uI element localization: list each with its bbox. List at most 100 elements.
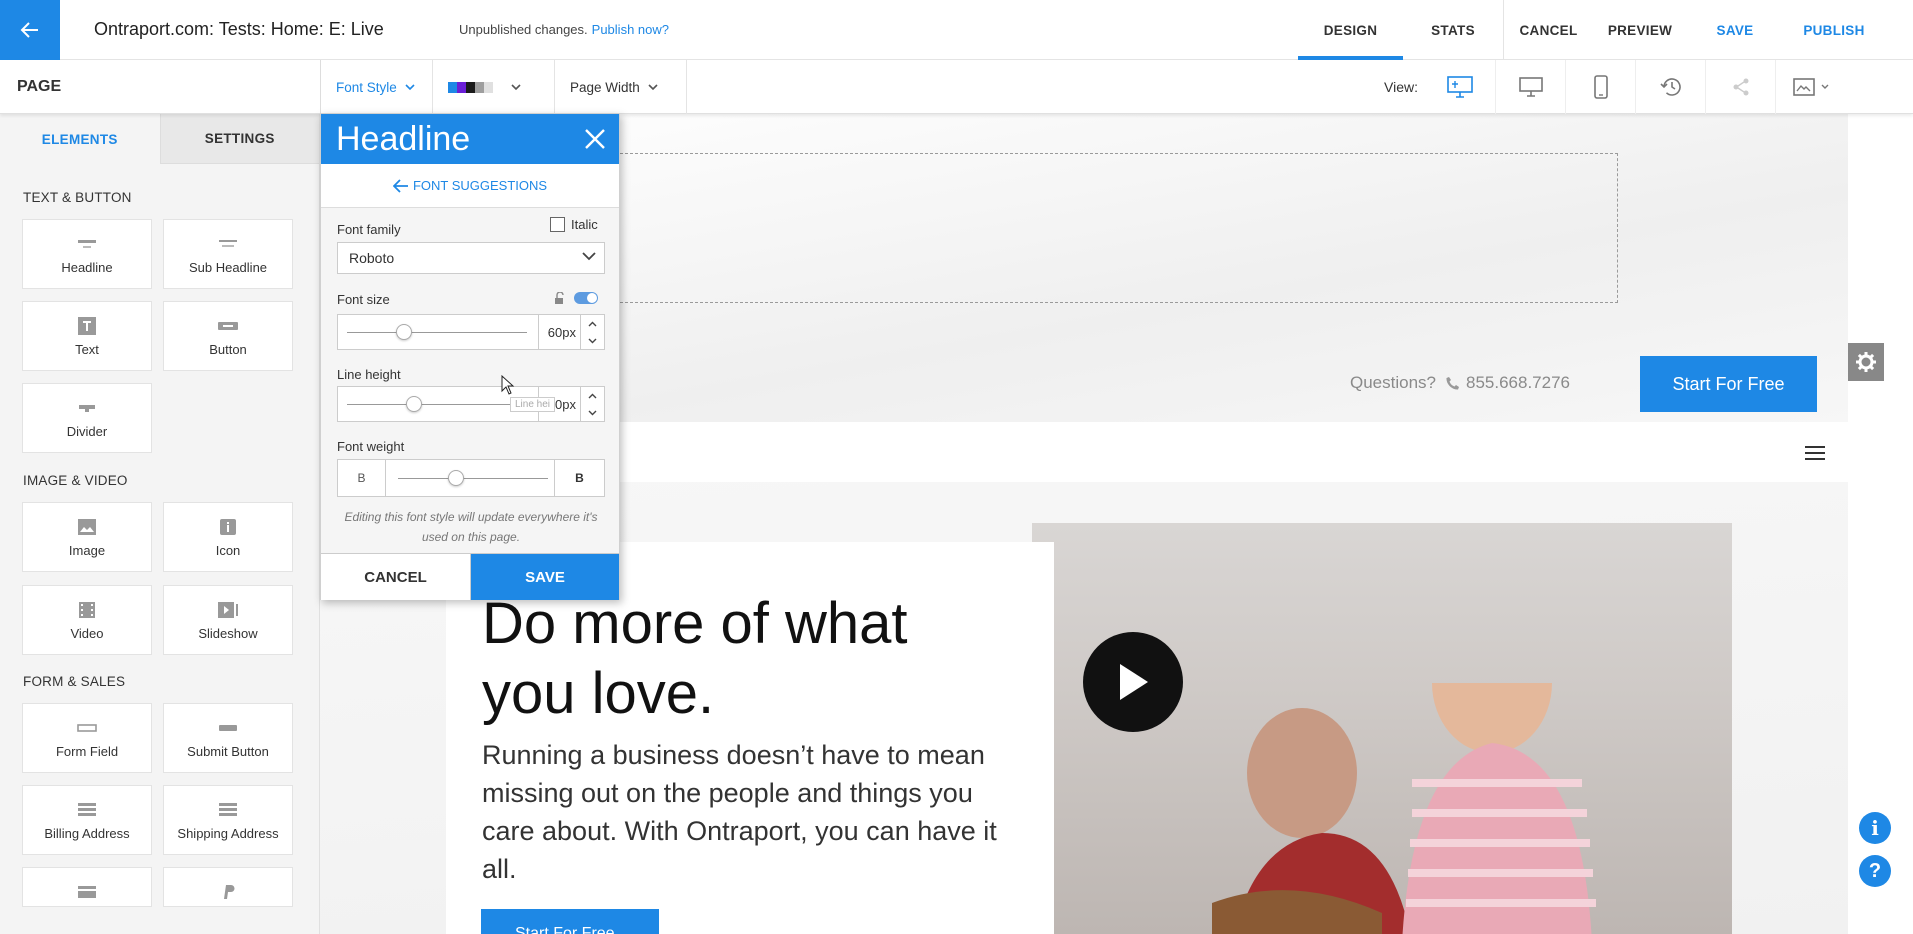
line-height-slider[interactable]: 70px bbox=[337, 386, 605, 422]
panel-footer: CANCEL SAVE bbox=[321, 553, 619, 600]
font-style-panel: Headline FONT SUGGESTIONS Font family It… bbox=[320, 113, 620, 600]
unpublished-notice: Unpublished changes. Publish now? bbox=[459, 22, 669, 37]
help-button[interactable]: ? bbox=[1859, 855, 1891, 887]
page-width-dropdown[interactable]: Page Width bbox=[555, 60, 687, 114]
tab-stats[interactable]: STATS bbox=[1403, 0, 1503, 60]
font-size-value[interactable]: 60px bbox=[538, 315, 580, 349]
view-mobile-button[interactable] bbox=[1565, 60, 1635, 114]
element-shipping-address[interactable]: Shipping Address bbox=[163, 785, 293, 855]
hero-body-text[interactable]: Running a business doesn’t have to mean … bbox=[482, 736, 1002, 888]
preview-button[interactable]: PREVIEW bbox=[1593, 0, 1687, 60]
play-icon bbox=[1120, 664, 1148, 700]
cancel-button[interactable]: CANCEL bbox=[1503, 0, 1593, 60]
slider-handle[interactable] bbox=[448, 470, 464, 486]
mouse-cursor-icon bbox=[501, 375, 515, 395]
font-size-slider[interactable]: 60px bbox=[337, 314, 605, 350]
slider-handle[interactable] bbox=[406, 396, 422, 412]
phone-number: 855.668.7276 bbox=[1466, 373, 1570, 392]
address-icon bbox=[76, 800, 98, 820]
element-image[interactable]: Image bbox=[22, 502, 152, 572]
tab-design[interactable]: DESIGN bbox=[1298, 0, 1403, 60]
element-billing-address[interactable]: Billing Address bbox=[22, 785, 152, 855]
tab-elements[interactable]: ELEMENTS bbox=[0, 114, 160, 164]
element-sub-headline[interactable]: Sub Headline bbox=[163, 219, 293, 289]
page-settings-dropdown[interactable] bbox=[1775, 60, 1845, 114]
element-credit-card[interactable] bbox=[22, 867, 152, 907]
element-paypal[interactable] bbox=[163, 867, 293, 907]
checkbox-box[interactable] bbox=[550, 217, 565, 232]
publish-now-link[interactable]: Publish now? bbox=[592, 22, 669, 37]
element-label: Billing Address bbox=[44, 825, 130, 841]
element-label: Text bbox=[75, 341, 99, 357]
monitor-icon bbox=[1518, 77, 1543, 97]
line-height-stepper[interactable] bbox=[580, 387, 604, 421]
element-label: Shipping Address bbox=[177, 825, 279, 841]
start-for-free-button[interactable]: Start For Free bbox=[1640, 356, 1817, 412]
video-play-button[interactable] bbox=[1083, 632, 1183, 732]
element-headline[interactable]: Headline bbox=[22, 219, 152, 289]
section-title: TEXT & BUTTON bbox=[23, 190, 132, 205]
paypal-icon bbox=[221, 884, 235, 900]
font-size-stepper[interactable] bbox=[580, 315, 604, 349]
empty-drop-zone[interactable] bbox=[580, 153, 1618, 303]
element-label: Video bbox=[70, 625, 104, 641]
color-scheme-dropdown[interactable] bbox=[433, 60, 555, 114]
element-divider[interactable]: Divider bbox=[22, 383, 152, 453]
image-icon bbox=[77, 517, 97, 537]
page-label: PAGE bbox=[17, 78, 62, 95]
info-button[interactable]: i bbox=[1859, 812, 1891, 844]
image-settings-icon bbox=[1792, 78, 1815, 96]
element-submit-button[interactable]: Submit Button bbox=[163, 703, 293, 773]
slider-track bbox=[347, 404, 527, 405]
responsive-toggle[interactable] bbox=[574, 292, 598, 304]
element-button[interactable]: Button bbox=[163, 301, 293, 371]
share-button[interactable] bbox=[1705, 60, 1775, 114]
history-button[interactable] bbox=[1635, 60, 1705, 114]
element-form-field[interactable]: Form Field bbox=[22, 703, 152, 773]
hamburger-menu-icon[interactable] bbox=[1804, 445, 1826, 461]
weight-min-label[interactable]: B bbox=[338, 460, 386, 496]
publish-button[interactable]: PUBLISH bbox=[1783, 0, 1885, 60]
chevron-up-icon[interactable] bbox=[588, 321, 597, 327]
element-video[interactable]: Video bbox=[22, 585, 152, 655]
section-title: FORM & SALES bbox=[23, 674, 126, 689]
close-icon[interactable] bbox=[584, 128, 606, 150]
slider-handle[interactable] bbox=[396, 324, 412, 340]
element-slideshow[interactable]: Slideshow bbox=[163, 585, 293, 655]
mobile-phone-icon bbox=[1593, 75, 1608, 99]
view-desktop-edit-button[interactable] bbox=[1425, 60, 1495, 114]
element-text[interactable]: Text bbox=[22, 301, 152, 371]
font-size-lock[interactable] bbox=[554, 292, 598, 304]
view-label: View: bbox=[1384, 79, 1418, 95]
tab-settings[interactable]: SETTINGS bbox=[159, 114, 319, 164]
hero-headline[interactable]: Do more of what you love. bbox=[482, 589, 982, 729]
swatch bbox=[475, 81, 484, 93]
font-family-select[interactable]: Roboto bbox=[337, 242, 605, 274]
italic-label: Italic bbox=[571, 217, 598, 232]
save-button[interactable]: SAVE bbox=[1687, 0, 1783, 60]
font-suggestions-link[interactable]: FONT SUGGESTIONS bbox=[321, 164, 619, 208]
font-style-dropdown[interactable]: Font Style bbox=[320, 60, 433, 114]
font-weight-slider[interactable]: B B bbox=[337, 459, 605, 497]
element-label: Headline bbox=[61, 259, 113, 275]
view-desktop-button[interactable] bbox=[1495, 60, 1565, 114]
section-settings-button[interactable] bbox=[1848, 343, 1884, 381]
weight-max-label[interactable]: B bbox=[554, 460, 604, 496]
panel-save-button[interactable]: SAVE bbox=[471, 554, 619, 600]
back-button[interactable] bbox=[0, 0, 60, 60]
swatch bbox=[484, 81, 493, 93]
divider-icon bbox=[76, 398, 98, 418]
chevron-down-icon[interactable] bbox=[588, 410, 597, 416]
italic-checkbox[interactable]: Italic bbox=[550, 217, 598, 232]
element-icon[interactable]: Icon bbox=[163, 502, 293, 572]
credit-card-icon bbox=[77, 884, 97, 900]
contact-info: Questions? 855.668.7276 bbox=[1350, 373, 1570, 393]
hero-cta-button[interactable]: Start For Free bbox=[481, 909, 659, 934]
chevron-down-icon bbox=[582, 252, 596, 261]
chevron-up-icon[interactable] bbox=[588, 393, 597, 399]
panel-cancel-button[interactable]: CANCEL bbox=[321, 554, 471, 600]
slideshow-icon bbox=[217, 600, 239, 620]
element-label: Image bbox=[68, 542, 106, 558]
elements-sidebar: ELEMENTS SETTINGS TEXT & BUTTON Headline… bbox=[0, 114, 320, 934]
chevron-down-icon[interactable] bbox=[588, 338, 597, 344]
